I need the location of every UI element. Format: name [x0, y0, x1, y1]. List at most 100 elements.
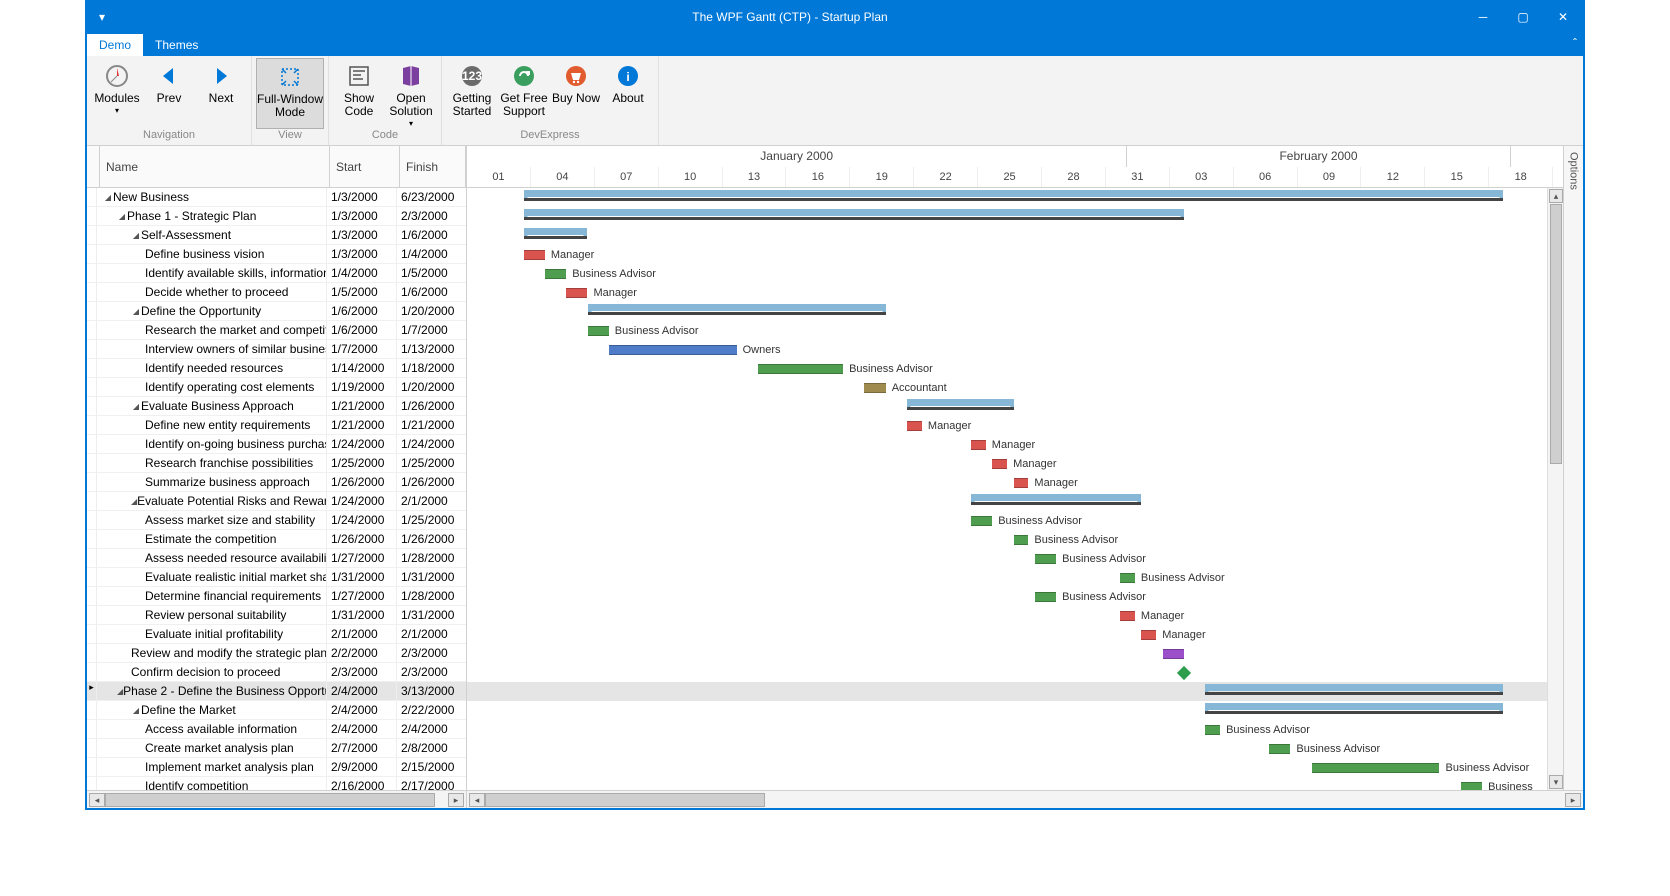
- summary-bar[interactable]: [524, 209, 1184, 216]
- scroll-down-button[interactable]: ▾: [1549, 775, 1563, 789]
- task-row[interactable]: Research the market and competition1/6/2…: [87, 321, 466, 340]
- ribbon-next-button[interactable]: Next: [195, 58, 247, 129]
- gantt-row[interactable]: Business Advisor: [467, 530, 1547, 549]
- task-row[interactable]: Identify available skills, information a…: [87, 264, 466, 283]
- expand-icon[interactable]: ◢: [117, 212, 127, 221]
- task-row[interactable]: ▸◢ Phase 2 - Define the Business Opportu…: [87, 682, 466, 701]
- grid-hscroll[interactable]: ◂ ▸: [87, 791, 467, 808]
- task-row[interactable]: Evaluate realistic initial market share1…: [87, 568, 466, 587]
- task-row[interactable]: Assess needed resource availability1/27/…: [87, 549, 466, 568]
- gantt-row[interactable]: Business Advisor: [467, 758, 1547, 777]
- task-row[interactable]: Decide whether to proceed1/5/20001/6/200…: [87, 283, 466, 302]
- tab-demo[interactable]: Demo: [87, 34, 143, 56]
- ribbon-opensln-button[interactable]: Open Solution▾: [385, 58, 437, 129]
- task-row[interactable]: ◢ Evaluate Business Approach1/21/20001/2…: [87, 397, 466, 416]
- ribbon-collapse-button[interactable]: ˆ: [1573, 36, 1577, 50]
- gantt-row[interactable]: Manager: [467, 245, 1547, 264]
- task-row[interactable]: Review personal suitability1/31/20001/31…: [87, 606, 466, 625]
- column-header-finish[interactable]: Finish: [400, 146, 466, 187]
- task-row[interactable]: Identify operating cost elements1/19/200…: [87, 378, 466, 397]
- task-row[interactable]: Define business vision1/3/20001/4/2000: [87, 245, 466, 264]
- gantt-row[interactable]: [467, 397, 1547, 416]
- ribbon-getstart-button[interactable]: 123Getting Started: [446, 58, 498, 129]
- task-row[interactable]: Identify on-going business purchase...1/…: [87, 435, 466, 454]
- chart-hscroll[interactable]: ◂ ▸: [467, 791, 1583, 808]
- task-bar[interactable]: Business Advisor: [758, 364, 843, 374]
- gantt-row[interactable]: Business Advisor: [467, 739, 1547, 758]
- summary-bar[interactable]: [524, 228, 588, 235]
- task-bar[interactable]: Manager: [971, 440, 986, 450]
- gantt-row[interactable]: Business Advisor: [467, 549, 1547, 568]
- task-row[interactable]: ◢ Define the Opportunity1/6/20001/20/200…: [87, 302, 466, 321]
- column-header-name[interactable]: Name: [100, 146, 330, 187]
- summary-bar[interactable]: [588, 304, 886, 311]
- expand-icon[interactable]: ◢: [131, 307, 141, 316]
- task-bar[interactable]: Manager: [907, 421, 922, 431]
- grid-scroll-left[interactable]: ◂: [89, 793, 105, 807]
- task-row[interactable]: ◢ Self-Assessment1/3/20001/6/2000: [87, 226, 466, 245]
- task-bar[interactable]: Business Advisor: [1035, 592, 1056, 602]
- grid-body[interactable]: ◢ New Business1/3/20006/23/2000◢ Phase 1…: [87, 188, 466, 790]
- gantt-row[interactable]: [467, 302, 1547, 321]
- ribbon-getfree-button[interactable]: Get Free Support: [498, 58, 550, 129]
- gantt-row[interactable]: Business Advisor: [467, 587, 1547, 606]
- tab-themes[interactable]: Themes: [143, 34, 210, 56]
- gantt-row[interactable]: [467, 701, 1547, 720]
- milestone-marker[interactable]: [1177, 666, 1191, 680]
- task-row[interactable]: Access available information2/4/20002/4/…: [87, 720, 466, 739]
- expand-icon[interactable]: ◢: [131, 706, 141, 715]
- task-row[interactable]: Implement market analysis plan2/9/20002/…: [87, 758, 466, 777]
- expand-icon[interactable]: ◢: [103, 193, 113, 202]
- task-row[interactable]: Determine financial requirements1/27/200…: [87, 587, 466, 606]
- gantt-row[interactable]: Business Advisor: [467, 321, 1547, 340]
- task-row[interactable]: Identify competition2/16/20002/17/2000: [87, 777, 466, 790]
- gantt-row[interactable]: Business Advisor: [467, 264, 1547, 283]
- task-bar[interactable]: [1163, 649, 1184, 659]
- task-row[interactable]: ◢ New Business1/3/20006/23/2000: [87, 188, 466, 207]
- close-button[interactable]: ✕: [1543, 2, 1583, 32]
- task-bar[interactable]: Manager: [1120, 611, 1135, 621]
- summary-bar[interactable]: [1205, 703, 1503, 710]
- task-bar[interactable]: Manager: [524, 250, 545, 260]
- task-row[interactable]: Summarize business approach1/26/20001/26…: [87, 473, 466, 492]
- gantt-row[interactable]: [467, 644, 1547, 663]
- gantt-row[interactable]: [467, 663, 1547, 682]
- gantt-row[interactable]: [467, 682, 1547, 701]
- task-row[interactable]: ◢ Define the Market2/4/20002/22/2000: [87, 701, 466, 720]
- task-bar[interactable]: Manager: [566, 288, 587, 298]
- gantt-row[interactable]: [467, 226, 1547, 245]
- task-row[interactable]: Research franchise possibilities1/25/200…: [87, 454, 466, 473]
- gantt-row[interactable]: Manager: [467, 473, 1547, 492]
- expand-icon[interactable]: ◢: [131, 231, 141, 240]
- task-row[interactable]: ◢ Phase 1 - Strategic Plan1/3/20002/3/20…: [87, 207, 466, 226]
- task-row[interactable]: Estimate the competition1/26/20001/26/20…: [87, 530, 466, 549]
- task-bar[interactable]: Owners: [609, 345, 737, 355]
- options-panel-tab[interactable]: Options: [1563, 146, 1583, 790]
- ribbon-buynow-button[interactable]: Buy Now: [550, 58, 602, 129]
- task-row[interactable]: Identify needed resources1/14/20001/18/2…: [87, 359, 466, 378]
- gantt-row[interactable]: Accountant: [467, 378, 1547, 397]
- ribbon-prev-button[interactable]: Prev: [143, 58, 195, 129]
- summary-bar[interactable]: [1205, 684, 1503, 691]
- summary-bar[interactable]: [971, 494, 1141, 501]
- ribbon-modules-button[interactable]: Modules▾: [91, 58, 143, 129]
- task-bar[interactable]: Business: [1461, 782, 1482, 790]
- task-bar[interactable]: Business Advisor: [971, 516, 992, 526]
- chart-body[interactable]: Manager Business Advisor Manager Business A…: [467, 188, 1563, 790]
- gantt-row[interactable]: Manager: [467, 283, 1547, 302]
- task-row[interactable]: Evaluate initial profitability2/1/20002/…: [87, 625, 466, 644]
- gantt-row[interactable]: Owners: [467, 340, 1547, 359]
- task-row[interactable]: Assess market size and stability1/24/200…: [87, 511, 466, 530]
- scroll-up-button[interactable]: ▴: [1549, 189, 1563, 203]
- vertical-scrollbar[interactable]: ▴ ▾: [1547, 188, 1563, 790]
- summary-bar[interactable]: [524, 190, 1504, 197]
- task-bar[interactable]: Business Advisor: [1205, 725, 1220, 735]
- gantt-row[interactable]: [467, 207, 1547, 226]
- chart-scroll-thumb[interactable]: [485, 793, 765, 807]
- task-row[interactable]: Confirm decision to proceed2/3/20002/3/2…: [87, 663, 466, 682]
- chart-scroll-left[interactable]: ◂: [469, 793, 485, 807]
- task-row[interactable]: Create market analysis plan2/7/20002/8/2…: [87, 739, 466, 758]
- gantt-row[interactable]: Business Advisor: [467, 359, 1547, 378]
- task-bar[interactable]: Business Advisor: [1035, 554, 1056, 564]
- task-bar[interactable]: Manager: [992, 459, 1007, 469]
